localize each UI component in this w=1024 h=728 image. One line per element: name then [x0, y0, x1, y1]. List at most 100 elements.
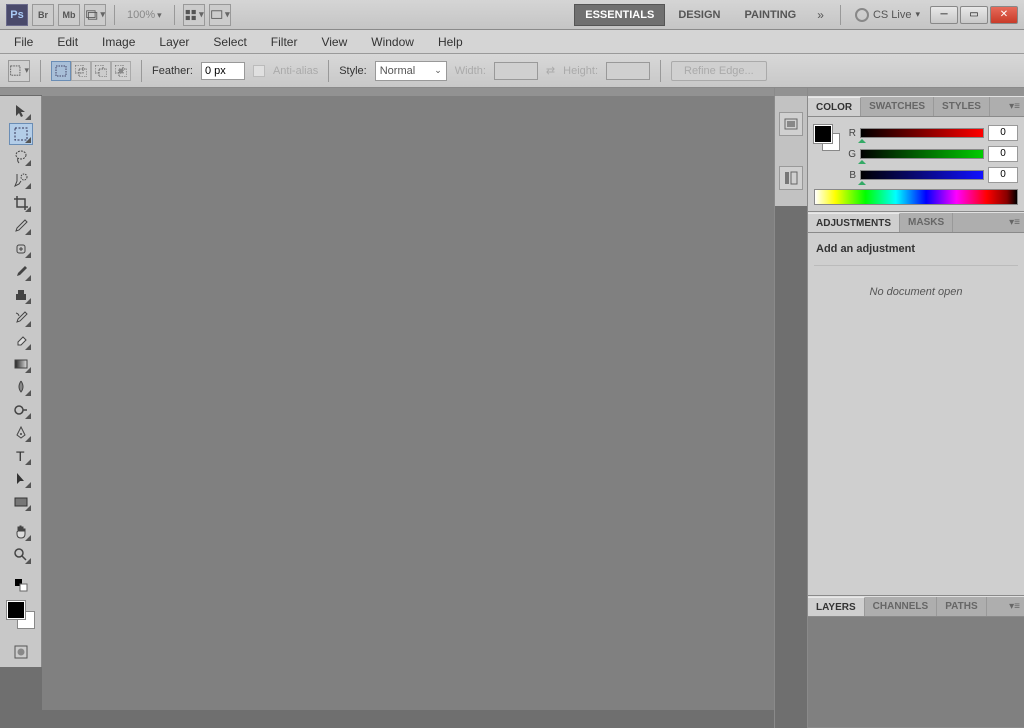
screen-mode-dropdown[interactable] — [209, 4, 231, 26]
workspace-more[interactable]: » — [809, 8, 832, 22]
menu-select[interactable]: Select — [209, 33, 250, 51]
cslive-button[interactable]: CS Live▾ — [855, 8, 920, 22]
panels-grip[interactable] — [808, 88, 1024, 96]
tab-adjustments[interactable]: ADJUSTMENTS — [808, 213, 900, 232]
color-swatch-pair[interactable] — [814, 125, 840, 151]
foreground-color-swatch[interactable] — [7, 601, 25, 619]
menu-file[interactable]: File — [10, 33, 37, 51]
hand-tool[interactable] — [9, 521, 33, 543]
menu-image[interactable]: Image — [98, 33, 139, 51]
fg-swatch[interactable] — [814, 125, 832, 143]
tab-styles[interactable]: STYLES — [934, 97, 990, 116]
selection-intersect[interactable] — [111, 61, 131, 81]
selection-subtract[interactable] — [91, 61, 111, 81]
antialias-checkbox — [253, 65, 265, 77]
selection-mode-group — [51, 61, 131, 81]
b-value[interactable]: 0 — [988, 167, 1018, 183]
bridge-button[interactable]: Br — [32, 4, 54, 26]
minimize-button[interactable]: ─ — [930, 6, 958, 24]
clone-stamp-tool[interactable] — [9, 284, 33, 306]
blur-tool[interactable] — [9, 376, 33, 398]
zoom-level-select[interactable]: 100% — [123, 7, 166, 23]
menu-view[interactable]: View — [317, 33, 351, 51]
crop-tool[interactable] — [9, 192, 33, 214]
eraser-tool[interactable] — [9, 330, 33, 352]
g-value[interactable]: 0 — [988, 146, 1018, 162]
tools-gutter — [0, 667, 42, 728]
workspace-essentials[interactable]: ESSENTIALS — [574, 4, 665, 26]
arrange-documents-dropdown[interactable] — [183, 4, 205, 26]
style-select[interactable]: Normal⌄ — [375, 61, 447, 81]
document-tab-well[interactable] — [42, 88, 774, 96]
tools-panel: T — [0, 96, 42, 667]
workspace-painting[interactable]: PAINTING — [734, 4, 808, 26]
properties-panel-icon[interactable] — [779, 166, 803, 190]
antialias-label: Anti-alias — [273, 65, 318, 77]
tab-masks[interactable]: MASKS — [900, 213, 953, 232]
menu-layer[interactable]: Layer — [155, 33, 193, 51]
zoom-tool[interactable] — [9, 544, 33, 566]
view-extras-dropdown[interactable] — [84, 4, 106, 26]
foreground-background-swatches[interactable] — [7, 601, 35, 629]
g-slider[interactable] — [860, 149, 984, 159]
quick-mask-toggle[interactable] — [9, 641, 33, 663]
layers-body[interactable] — [808, 617, 1024, 727]
b-slider[interactable] — [860, 170, 984, 180]
workspace-design[interactable]: DESIGN — [667, 4, 731, 26]
canvas-area[interactable] — [42, 96, 774, 710]
selection-new[interactable] — [51, 61, 71, 81]
maximize-button[interactable]: ▭ — [960, 6, 988, 24]
dock-grip[interactable] — [775, 88, 807, 96]
tab-color[interactable]: COLOR — [808, 97, 861, 116]
menu-window[interactable]: Window — [367, 33, 418, 51]
layers-panel-menu[interactable]: ▾≡ — [1005, 597, 1024, 616]
feather-input[interactable] — [201, 62, 245, 80]
tool-preset-picker[interactable] — [8, 60, 30, 82]
brush-tool[interactable] — [9, 261, 33, 283]
history-panel-icon[interactable] — [779, 112, 803, 136]
history-brush-tool[interactable] — [9, 307, 33, 329]
adjustments-panel-menu[interactable]: ▾≡ — [1005, 213, 1024, 232]
tab-layers[interactable]: LAYERS — [808, 597, 865, 616]
tab-paths[interactable]: PATHS — [937, 597, 986, 616]
menu-edit[interactable]: Edit — [53, 33, 82, 51]
quick-selection-tool[interactable] — [9, 169, 33, 191]
tab-channels[interactable]: CHANNELS — [865, 597, 938, 616]
gradient-tool[interactable] — [9, 353, 33, 375]
selection-add[interactable] — [71, 61, 91, 81]
pen-tool[interactable] — [9, 422, 33, 444]
menu-filter[interactable]: Filter — [267, 33, 302, 51]
rectangle-tool[interactable] — [9, 491, 33, 513]
refine-edge-button: Refine Edge... — [671, 61, 767, 81]
default-colors[interactable] — [9, 574, 33, 596]
close-button[interactable]: ✕ — [990, 6, 1018, 24]
canvas-holder — [42, 88, 774, 728]
application-bar: Ps Br Mb 100% ESSENTIALS DESIGN PAINTING… — [0, 0, 1024, 30]
status-bar — [42, 710, 774, 728]
dock-gutter — [775, 206, 807, 728]
separator — [40, 60, 41, 82]
color-panel-menu[interactable]: ▾≡ — [1005, 97, 1024, 116]
app-logo[interactable]: Ps — [6, 4, 28, 26]
separator — [114, 5, 115, 25]
tools-column: T — [0, 88, 42, 728]
minibridge-button[interactable]: Mb — [58, 4, 80, 26]
type-tool[interactable]: T — [9, 445, 33, 467]
dodge-tool[interactable] — [9, 399, 33, 421]
tab-swatches[interactable]: SWATCHES — [861, 97, 934, 116]
eyedropper-tool[interactable] — [9, 215, 33, 237]
style-label: Style: — [339, 65, 367, 77]
width-input — [494, 62, 538, 80]
lasso-tool[interactable] — [9, 146, 33, 168]
r-value[interactable]: 0 — [988, 125, 1018, 141]
color-panel: COLOR SWATCHES STYLES ▾≡ R 0 G — [808, 96, 1024, 212]
path-selection-tool[interactable] — [9, 468, 33, 490]
width-label: Width: — [455, 65, 486, 77]
r-slider[interactable] — [860, 128, 984, 138]
tools-grip[interactable] — [0, 88, 42, 96]
menu-help[interactable]: Help — [434, 33, 467, 51]
rectangular-marquee-tool[interactable] — [9, 123, 33, 145]
color-spectrum[interactable] — [814, 189, 1018, 205]
healing-brush-tool[interactable] — [9, 238, 33, 260]
move-tool[interactable] — [9, 100, 33, 122]
